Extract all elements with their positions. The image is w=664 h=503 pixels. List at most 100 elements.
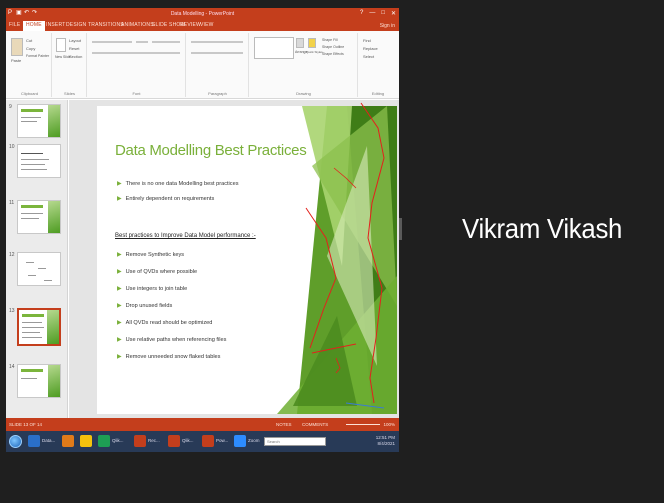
practice-bullet[interactable]: ▶ Use relative paths when referencing fil… (117, 336, 226, 343)
bullet-arrow-icon: ▶ (117, 286, 122, 292)
thumbnail-line (21, 164, 45, 165)
thumbnail-item[interactable]: 14 (8, 364, 64, 400)
shape-effects-button[interactable]: Shape Effects (322, 52, 344, 56)
comments-button[interactable]: COMMENTS (302, 422, 328, 427)
replace-button[interactable]: Replace (363, 46, 378, 51)
thumbnail-graphic (48, 201, 60, 233)
thumbnail-item-selected[interactable]: 13 (8, 308, 64, 346)
tab-design[interactable]: DESIGN (66, 22, 86, 28)
tab-file[interactable]: FILE (9, 22, 20, 28)
tab-home[interactable]: HOME (23, 21, 45, 31)
minimize-button[interactable]: — (369, 10, 375, 17)
font-format-row[interactable] (92, 52, 180, 54)
slide-editing-canvas[interactable]: Data Modelling Best Practices ▶ There is … (69, 100, 399, 418)
taskbar-item-label: Pow... (216, 438, 229, 443)
group-font: Font (88, 33, 186, 97)
bullet-arrow-icon: ▶ (117, 196, 122, 202)
practice-bullet[interactable]: ▶ All QVDs read should be optimized (117, 319, 212, 326)
intro-bullet[interactable]: ▶ Entirely dependent on requirements (117, 195, 214, 202)
title-bar: P ▣ ↶ ↷ Data Modelling - PowerPoint ? — … (6, 8, 399, 20)
sign-in-link[interactable]: Sign in (380, 23, 395, 29)
thumbnail-title-bar (22, 314, 44, 317)
slide-thumbnail[interactable] (17, 364, 61, 398)
thumbnail-graphic (47, 310, 59, 344)
shape-outline-button[interactable]: Shape Outline (322, 45, 344, 49)
thumbnail-line (26, 262, 34, 263)
split-divider-handle[interactable] (399, 218, 402, 240)
zoom-level[interactable]: 100% (383, 422, 395, 427)
practice-bullet[interactable]: ▶ Use integers to join table (117, 285, 187, 292)
group-editing: Find Replace Select Editing (359, 33, 397, 97)
paste-button[interactable]: Paste (11, 58, 21, 63)
tab-transitions[interactable]: TRANSITIONS (88, 22, 124, 28)
thumbnail-title-bar (21, 109, 43, 112)
thumbnail-item[interactable]: 10 (8, 144, 64, 180)
practice-bullet[interactable]: ▶ Drop unused fields (117, 302, 172, 309)
ribbon-tabs: FILE HOME INSERT DESIGN TRANSITIONS ANIM… (6, 20, 399, 31)
tab-review[interactable]: REVIEW (180, 22, 201, 28)
quick-styles-icon[interactable] (308, 38, 316, 48)
new-slide-icon[interactable] (56, 38, 66, 52)
bullet-text: Drop unused fields (125, 303, 173, 309)
practice-bullet[interactable]: ▶ Remove unneeded snow flaked tables (117, 353, 220, 360)
help-button[interactable]: ? (360, 10, 363, 17)
bullet-text: Entirely dependent on requirements (125, 196, 215, 202)
font-grow-shrink[interactable] (152, 41, 180, 43)
tab-animations[interactable]: ANIMATIONS (121, 22, 154, 28)
bullet-arrow-icon: ▶ (117, 252, 122, 258)
reset-button[interactable]: Reset (69, 46, 79, 51)
current-slide[interactable]: Data Modelling Best Practices ▶ There is … (97, 106, 397, 414)
font-size-select[interactable] (136, 41, 148, 43)
slide-title[interactable]: Data Modelling Best Practices (115, 142, 307, 159)
shape-fill-button[interactable]: Shape Fill (322, 38, 338, 42)
ribbon: Paste Cut Copy Format Painter Clipboard … (6, 31, 399, 99)
copy-button[interactable]: Copy (26, 46, 35, 51)
slide-thumbnail-pane[interactable]: 9 10 11 12 13 14 (6, 100, 68, 418)
zoom-slider[interactable] (346, 424, 380, 425)
arrange-icon[interactable] (296, 38, 304, 48)
shapes-gallery[interactable] (254, 37, 294, 59)
quick-styles-button[interactable]: Quick Styles (306, 50, 323, 54)
layout-button[interactable]: Layout (69, 38, 81, 43)
group-clipboard: Paste Cut Copy Format Painter Clipboard (8, 33, 52, 97)
slide-thumbnail[interactable] (17, 252, 61, 286)
section-button[interactable]: Section (69, 54, 82, 59)
thumbnail-line (21, 169, 47, 170)
slide-thumbnail-selected[interactable] (17, 308, 61, 346)
slide-thumbnail[interactable] (17, 104, 61, 138)
tab-insert[interactable]: INSERT (46, 22, 65, 28)
select-button[interactable]: Select (363, 54, 374, 59)
slide-thumbnail[interactable] (17, 144, 61, 178)
bullet-text: Use relative paths when referencing file… (125, 337, 227, 343)
powerpoint-icon (168, 435, 180, 447)
maximize-button[interactable]: □ (381, 10, 385, 17)
find-button[interactable]: Find (363, 38, 371, 43)
thumbnail-item[interactable]: 9 (8, 104, 64, 140)
firefox-icon (62, 435, 74, 447)
bullet-arrow-icon: ▶ (117, 181, 122, 187)
list-buttons-row[interactable] (191, 41, 243, 43)
start-button-icon[interactable] (9, 435, 22, 448)
cut-button[interactable]: Cut (26, 38, 32, 43)
paste-icon[interactable] (11, 38, 23, 56)
practice-bullet[interactable]: ▶ Use of QVDs where possible (117, 268, 197, 275)
notes-button[interactable]: NOTES (276, 422, 292, 427)
window-title: Data Modelling - PowerPoint (170, 11, 235, 17)
practice-bullet[interactable]: ▶ Remove Synthetic keys (117, 251, 184, 258)
thumbnail-number: 13 (9, 308, 15, 314)
close-button[interactable]: ✕ (391, 10, 396, 17)
format-painter-button[interactable]: Format Painter (26, 54, 49, 58)
taskbar-search-input[interactable]: Search (264, 437, 326, 446)
thumbnail-title-bar (21, 369, 43, 372)
font-name-select[interactable] (92, 41, 132, 43)
thumbnail-item[interactable]: 11 (8, 200, 64, 236)
intro-bullet[interactable]: ▶ There is no one data Modelling best pra… (117, 180, 239, 187)
thumbnail-item[interactable]: 12 (8, 252, 64, 288)
alignment-buttons-row[interactable] (191, 52, 243, 54)
shared-screen-powerpoint[interactable]: P ▣ ↶ ↷ Data Modelling - PowerPoint ? — … (6, 8, 399, 452)
thumbnail-number: 10 (9, 144, 15, 150)
powerpoint-icon (202, 435, 214, 447)
slide-subheading[interactable]: Best practices to Improve Data Model per… (115, 233, 256, 239)
slide-thumbnail[interactable] (17, 200, 61, 234)
tab-view[interactable]: VIEW (200, 22, 214, 28)
